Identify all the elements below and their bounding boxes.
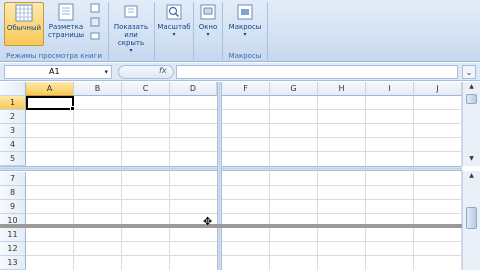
gridline <box>26 185 462 186</box>
scroll-up-icon[interactable]: ▲ <box>465 82 478 92</box>
chevron-down-icon: ▾ <box>206 31 210 38</box>
row-header[interactable]: 1 <box>0 96 26 110</box>
gridline <box>26 255 462 256</box>
ribbon: Обычный Разметка страницы Режимы просмот… <box>0 0 480 62</box>
page-layout-icon <box>58 3 74 21</box>
group-separator <box>267 2 268 60</box>
show-hide-icon <box>124 5 138 18</box>
gridline <box>26 199 462 200</box>
split-drag-preview[interactable] <box>0 224 462 228</box>
horizontal-split-bar[interactable] <box>0 166 462 171</box>
normal-view-icon <box>15 4 33 22</box>
column-header[interactable]: C <box>122 82 170 96</box>
window-label: Окно <box>198 23 218 31</box>
insert-function-button[interactable]: fx <box>118 65 174 79</box>
row-header[interactable]: 4 <box>0 138 26 152</box>
show-hide-button[interactable]: Показать или скрыть ▾ <box>110 2 152 54</box>
show-hide-label: Показать или скрыть <box>113 23 149 47</box>
row-header[interactable]: 12 <box>0 242 26 256</box>
gridline <box>26 151 462 152</box>
column-header[interactable]: D <box>170 82 217 96</box>
chevron-down-icon: ▾ <box>243 31 247 38</box>
zoom-icon <box>166 4 182 20</box>
column-header[interactable]: F <box>222 82 270 96</box>
vertical-split-bar[interactable] <box>217 82 222 270</box>
name-box-value: A1 <box>49 67 60 76</box>
vertical-scrollbar-bottom[interactable]: ▲ <box>462 171 480 270</box>
zoom-label: Масштаб <box>157 23 191 31</box>
gridline <box>26 137 462 138</box>
scroll-up-icon[interactable]: ▲ <box>465 171 478 181</box>
page-layout-label: Разметка страницы <box>47 23 85 39</box>
window-button[interactable]: Окно ▾ <box>195 2 221 46</box>
group-separator <box>154 2 155 60</box>
row-header[interactable]: 9 <box>0 200 26 214</box>
gridline <box>26 123 462 124</box>
formula-bar: A1 ▾ fx ⌄ <box>0 63 480 81</box>
row-header[interactable]: 7 <box>0 172 26 186</box>
macros-icon <box>237 4 253 20</box>
formula-input[interactable] <box>176 65 458 79</box>
scroll-thumb[interactable] <box>466 207 477 229</box>
views-group: Обычный Разметка страницы Режимы просмот… <box>2 0 106 62</box>
column-header[interactable]: A <box>26 82 74 96</box>
name-box[interactable]: A1 ▾ <box>4 65 112 79</box>
gridline <box>26 109 462 110</box>
group-separator <box>108 2 109 60</box>
column-header[interactable]: H <box>318 82 366 96</box>
macros-group-label: Макросы <box>228 52 262 60</box>
zoom-button[interactable]: Масштаб ▾ <box>156 2 192 46</box>
column-header[interactable]: I <box>366 82 414 96</box>
macros-label: Макросы <box>228 23 262 31</box>
page-break-preview-icon[interactable] <box>90 3 100 13</box>
scroll-down-icon[interactable]: ▼ <box>465 154 478 164</box>
window-icon <box>200 4 216 20</box>
fx-icon: fx <box>159 66 167 75</box>
column-header[interactable]: G <box>270 82 318 96</box>
normal-view-label: Обычный <box>6 24 42 32</box>
row-header[interactable]: 11 <box>0 228 26 242</box>
macros-group: Макросы ▾ Макросы <box>224 0 266 62</box>
split-cursor-icon: ✥ <box>203 215 213 228</box>
worksheet[interactable]: A B C D F G H I J 1 2 3 4 5 7 8 9 10 11 … <box>0 82 480 270</box>
select-all-corner[interactable] <box>0 82 26 96</box>
active-cell[interactable] <box>26 96 75 111</box>
custom-views-icon[interactable] <box>90 17 100 27</box>
expand-formula-bar-icon[interactable]: ⌄ <box>462 65 476 79</box>
chevron-down-icon: ▾ <box>172 31 176 38</box>
row-header[interactable]: 13 <box>0 256 26 270</box>
column-header[interactable]: B <box>74 82 122 96</box>
row-header[interactable]: 8 <box>0 186 26 200</box>
page-layout-button[interactable]: Разметка страницы <box>46 2 86 46</box>
fill-handle[interactable] <box>70 106 75 111</box>
chevron-down-icon: ▾ <box>129 47 133 54</box>
row-header[interactable]: 2 <box>0 110 26 124</box>
gridline <box>26 241 462 242</box>
full-screen-icon[interactable] <box>90 31 100 41</box>
normal-view-button[interactable]: Обычный <box>4 2 44 46</box>
vertical-scrollbar-top[interactable]: ▲ ▼ <box>462 82 480 166</box>
row-header[interactable]: 5 <box>0 152 26 166</box>
row-header[interactable]: 3 <box>0 124 26 138</box>
views-group-label: Режимы просмотра книги <box>6 52 102 60</box>
group-separator <box>193 2 194 60</box>
macros-button[interactable]: Макросы ▾ <box>226 2 264 46</box>
gridline <box>26 213 462 214</box>
group-separator <box>222 2 223 60</box>
column-header[interactable]: J <box>414 82 462 96</box>
scroll-thumb[interactable] <box>466 94 477 104</box>
chevron-down-icon[interactable]: ▾ <box>104 66 108 78</box>
